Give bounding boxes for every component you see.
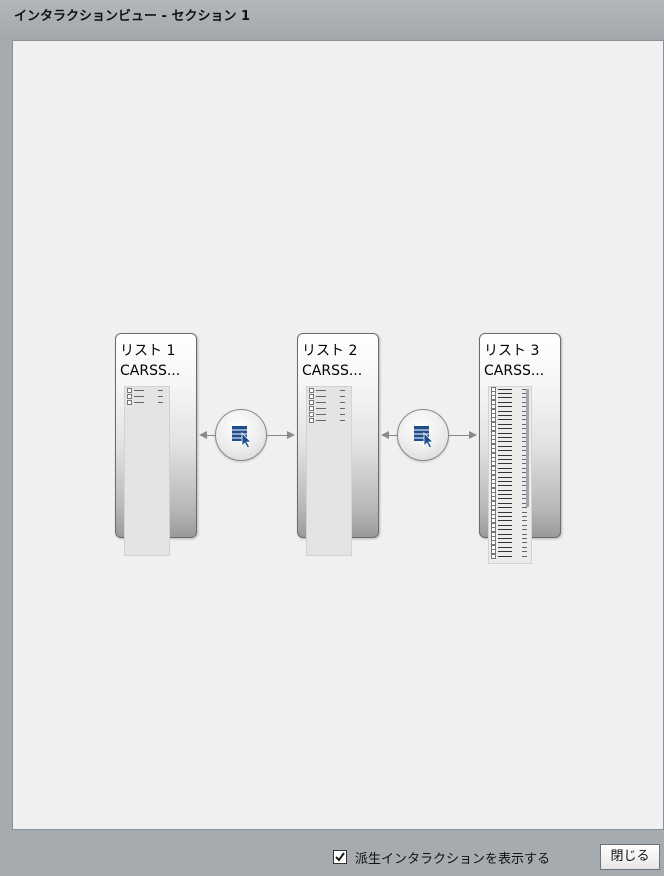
list-card-title: リスト 3 (484, 343, 540, 358)
list-card-subtitle: CARSS... (302, 363, 363, 379)
window-title: インタラクションビュー - セクション 1 (0, 0, 664, 40)
interaction-node-2[interactable] (397, 409, 449, 461)
list-card-title: リスト 2 (302, 343, 358, 358)
connector-line (267, 435, 287, 436)
arrow-right-icon (287, 431, 295, 439)
interaction-select-icon (232, 426, 252, 449)
show-derived-label[interactable]: 派生インタラクションを表示する (355, 848, 550, 867)
list-card-2[interactable]: リスト 2 CARSS... (297, 333, 379, 556)
list-card-subtitle: CARSS... (120, 363, 181, 379)
list-thumbnail (306, 386, 352, 556)
dialog-footer: 派生インタラクションを表示する 閉じる (0, 830, 664, 876)
arrow-right-icon (469, 431, 477, 439)
list-card-title: リスト 1 (120, 343, 176, 358)
thumbnail-scrollbar (526, 389, 529, 507)
interaction-node-1[interactable] (215, 409, 267, 461)
interaction-select-icon (414, 426, 434, 449)
interaction-canvas: リスト 1 CARSS... リスト 2 CARSS... リスト 3 CARS… (12, 40, 664, 830)
list-card-subtitle: CARSS... (484, 363, 545, 379)
connector-line (449, 435, 469, 436)
close-button[interactable]: 閉じる (600, 844, 660, 870)
list-thumbnail (488, 386, 532, 564)
list-card-1[interactable]: リスト 1 CARSS... (115, 333, 197, 556)
list-thumbnail (124, 386, 170, 556)
checkmark-icon (335, 852, 345, 862)
show-derived-checkbox[interactable] (333, 850, 347, 864)
list-card-3[interactable]: リスト 3 CARSS... (479, 333, 561, 564)
